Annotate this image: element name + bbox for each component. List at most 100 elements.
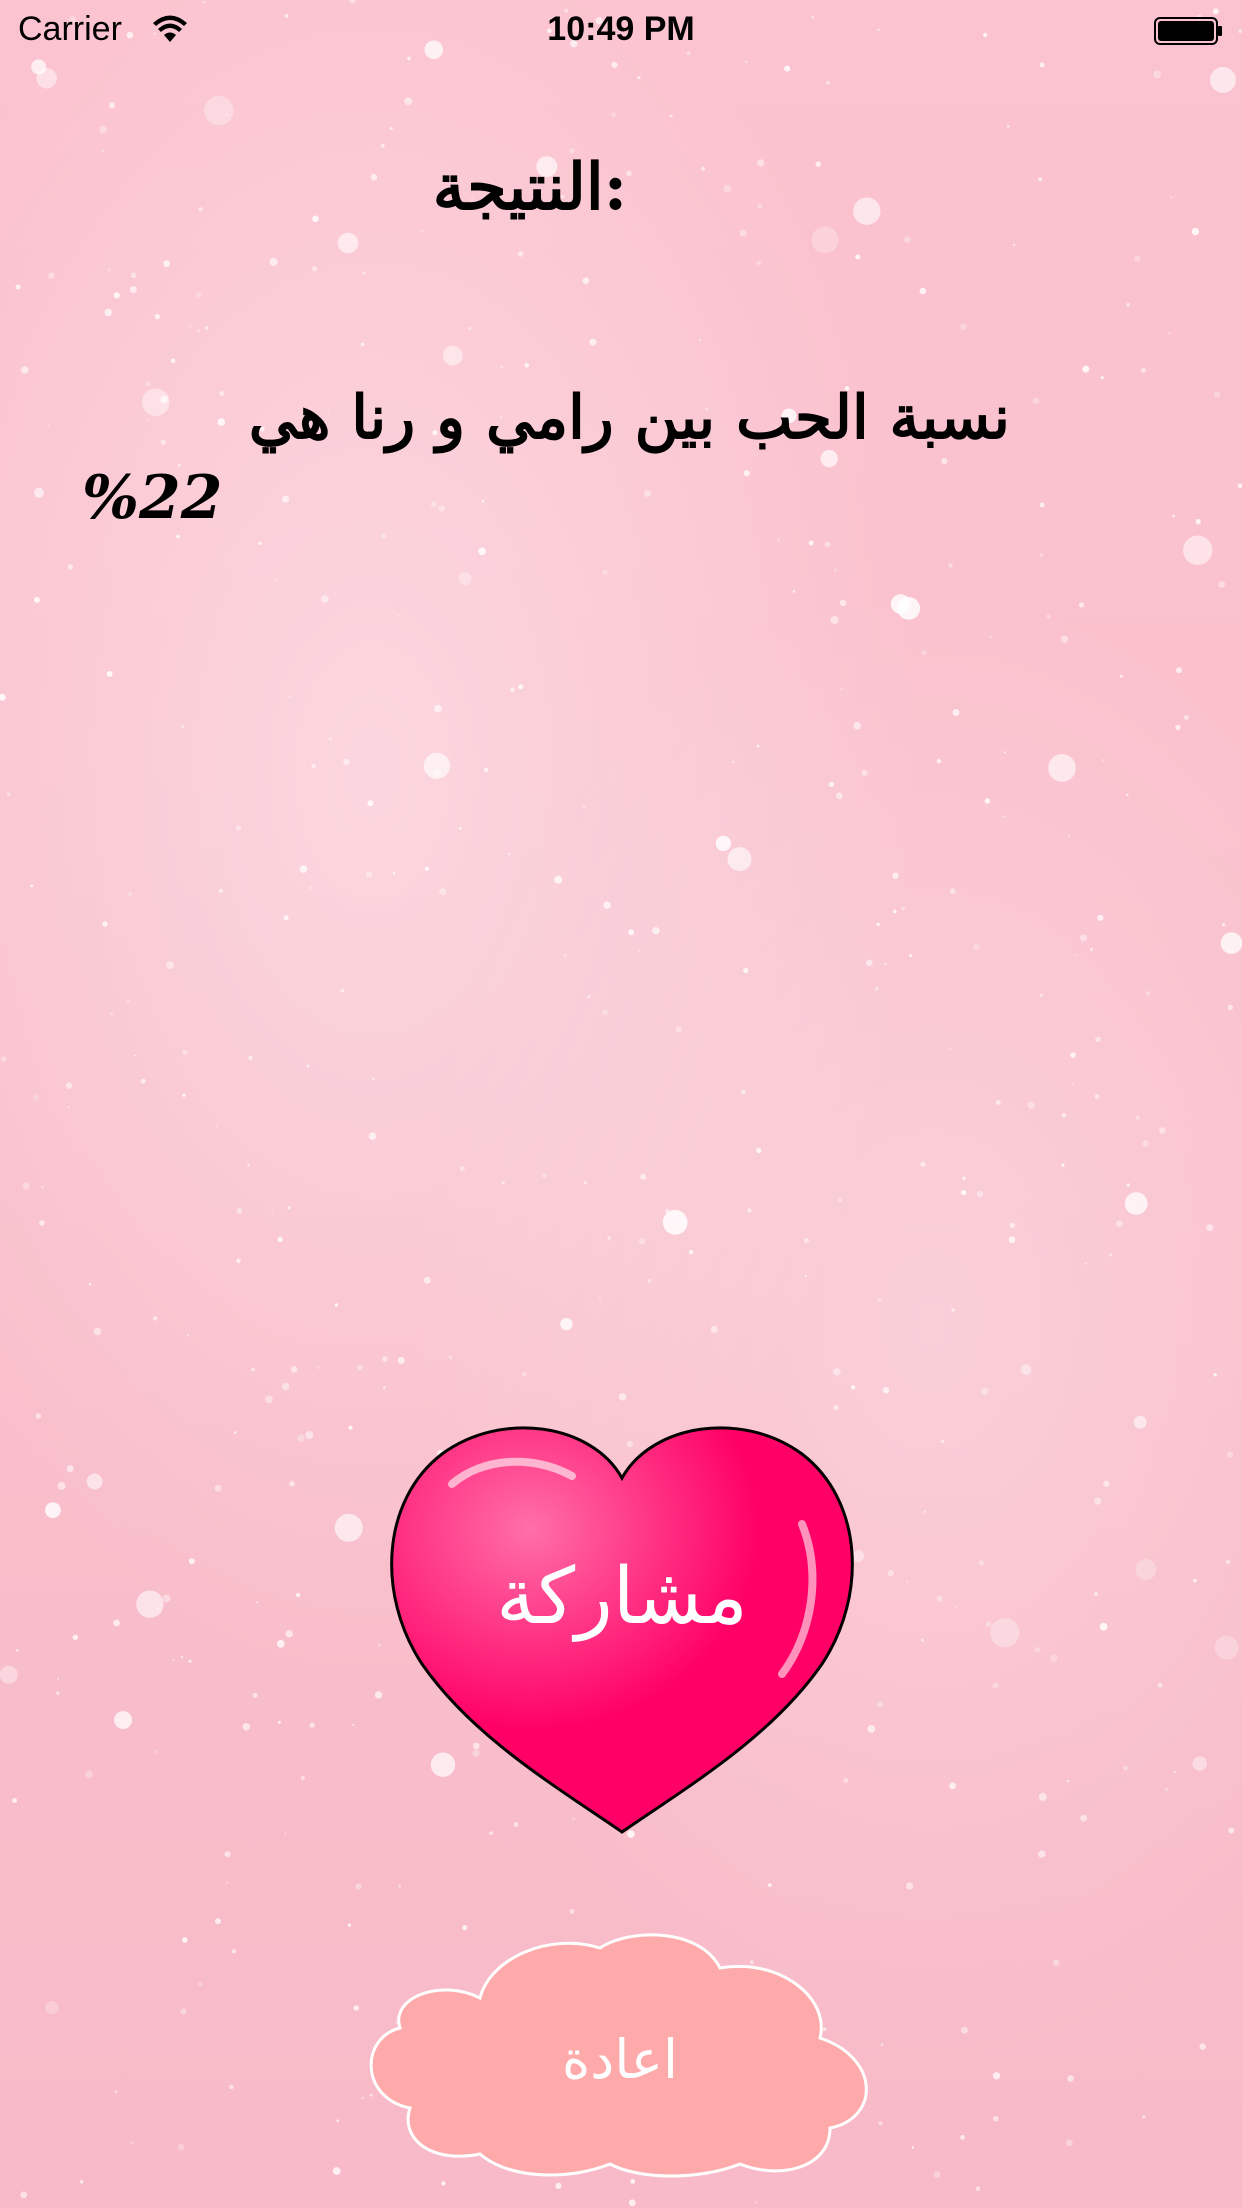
sparkle (72, 1634, 79, 1641)
sparkle (990, 1618, 1020, 1648)
sparkle (1039, 62, 1045, 68)
sparkle (876, 922, 880, 927)
sparkle (1213, 1373, 1217, 1377)
sparkle (1135, 1115, 1140, 1120)
sparkle (290, 1366, 298, 1373)
sparkle (48, 272, 55, 279)
sparkle (951, 1308, 955, 1312)
sparkle (638, 949, 641, 953)
sparkle (214, 1484, 222, 1492)
sparkle (1038, 1850, 1046, 1858)
sparkle (1176, 667, 1182, 674)
sparkle (56, 1677, 60, 1680)
sparkle-overlay (0, 0, 1242, 2207)
sparkle (182, 1049, 188, 1056)
sparkle (1193, 1578, 1197, 1583)
sparkle (1094, 1094, 1100, 1099)
sparkle (1120, 674, 1123, 678)
sparkle (198, 207, 203, 212)
sparkle (954, 1606, 957, 1609)
sparkle (317, 1366, 320, 1369)
sparkle (669, 114, 673, 118)
sparkle (830, 616, 839, 625)
sparkle (360, 342, 365, 347)
sparkle (41, 1186, 44, 1189)
sparkle (555, 2182, 562, 2189)
sparkle (424, 866, 429, 871)
sparkle (423, 1276, 431, 1284)
sparkle (180, 2008, 187, 2015)
status-bar: Carrier 10:49 PM (0, 0, 1242, 60)
sparkle (510, 687, 515, 693)
sparkle (1228, 1827, 1235, 1834)
sparkle (225, 1881, 229, 1885)
sparkle (372, 1077, 375, 1081)
sparkle (739, 229, 747, 237)
sparkle (6, 792, 11, 797)
replay-button[interactable]: اعادة (360, 1928, 880, 2180)
sparkle (483, 767, 489, 773)
sparkle (20, 2191, 28, 2199)
sparkle (1103, 1480, 1110, 1487)
sparkle (598, 1297, 602, 1300)
sparkle (1066, 2139, 1073, 2146)
sparkle (47, 424, 50, 427)
sparkle (1095, 1036, 1101, 1043)
sparkle (757, 159, 765, 167)
sparkle (297, 1434, 305, 1442)
sparkle (362, 271, 366, 275)
sparkle (188, 325, 192, 328)
sparkle (67, 564, 74, 570)
sparkle (1195, 519, 1201, 525)
sparkle (936, 759, 941, 764)
sparkle (824, 541, 831, 548)
sparkle (833, 1405, 839, 1410)
sparkle (901, 906, 906, 911)
sparkle (33, 1094, 39, 1100)
sparkle (343, 758, 350, 765)
sparkle (1192, 1756, 1207, 1771)
sparkle (1082, 365, 1090, 373)
sparkle (1050, 1654, 1058, 1663)
sparkle (698, 339, 701, 342)
sparkle (311, 266, 318, 272)
sparkle (995, 1100, 1001, 1105)
sparkle (1084, 1262, 1087, 1265)
sparkle (911, 2146, 915, 2149)
sparkle (628, 2199, 636, 2207)
share-button[interactable]: مشاركة (382, 1414, 862, 1834)
sparkle (1039, 553, 1044, 557)
sparkle (892, 909, 897, 914)
sparkle (439, 887, 447, 896)
sparkle (1080, 934, 1087, 942)
sparkle (1038, 1792, 1047, 1801)
sparkle (563, 953, 567, 958)
sparkle (853, 197, 881, 225)
sparkle (587, 995, 591, 999)
sparkle (741, 1089, 746, 1095)
sparkle (306, 1064, 310, 1068)
sparkle (1146, 991, 1151, 996)
sparkle (1039, 502, 1045, 508)
sparkle (920, 1161, 926, 1168)
replay-label: اعادة (561, 2028, 678, 2091)
sparkle (397, 614, 400, 617)
sparkle (923, 1510, 927, 1513)
sparkle (904, 236, 911, 243)
sparkle (1237, 483, 1242, 489)
sparkle (1218, 581, 1226, 588)
sparkle (106, 671, 113, 677)
sparkle (611, 61, 618, 68)
sparkle (277, 1720, 281, 1724)
sparkle (15, 284, 21, 290)
sparkle (182, 1093, 186, 1097)
sparkle (357, 1365, 363, 1371)
sparkle (101, 149, 105, 153)
sparkle (1097, 914, 1104, 921)
sparkle (340, 988, 345, 993)
sparkle (234, 1431, 237, 1434)
sparkle (218, 888, 223, 894)
sparkle (1002, 815, 1005, 818)
sparkle (478, 547, 486, 556)
sparkle (500, 365, 504, 369)
